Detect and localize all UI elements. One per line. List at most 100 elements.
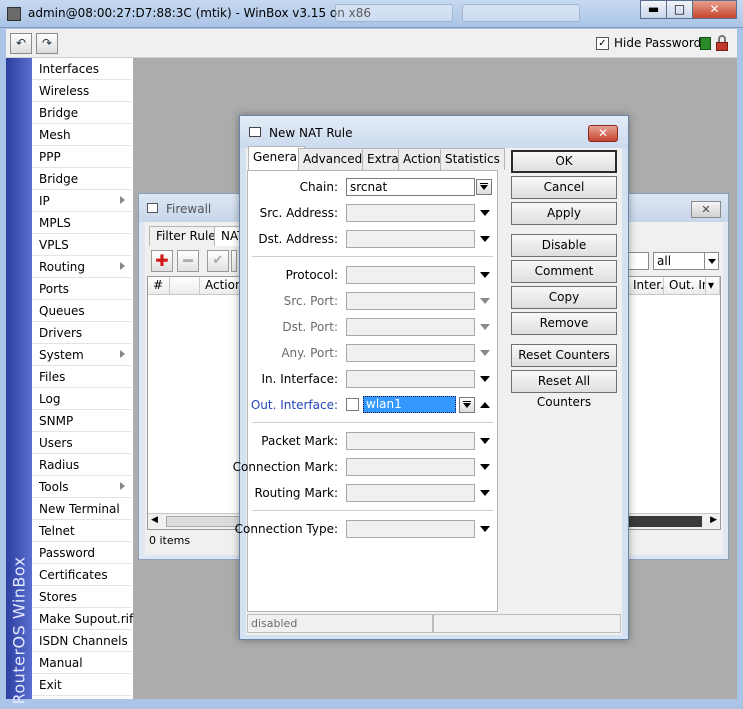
remove-button[interactable]: Remove xyxy=(511,312,617,335)
undo-icon[interactable]: ↶ xyxy=(10,33,32,54)
in-interface-field[interactable] xyxy=(346,370,475,388)
any-port-label: Any. Port: xyxy=(281,346,338,360)
in-interface-expand-icon[interactable] xyxy=(480,376,490,382)
dst-address-field[interactable] xyxy=(346,230,475,248)
connection-mark-expand-icon[interactable] xyxy=(480,464,490,470)
out-interface-invert-checkbox[interactable] xyxy=(346,398,359,411)
add-icon[interactable]: ✚ xyxy=(151,250,173,272)
connection-type-field[interactable] xyxy=(346,520,475,538)
copy-button[interactable]: Copy xyxy=(511,286,617,309)
minimize-button[interactable]: ▬ xyxy=(640,0,667,19)
connection-type-expand-icon[interactable] xyxy=(480,526,490,532)
tab-general[interactable]: General xyxy=(248,146,306,171)
nat-dialog-close-button[interactable]: ✕ xyxy=(588,125,618,142)
sidebar-item-routing[interactable]: Routing xyxy=(32,256,132,278)
hide-passwords-checkbox[interactable]: ✓ xyxy=(596,36,609,50)
connection-mark-field[interactable] xyxy=(346,458,475,476)
packet-mark-expand-icon[interactable] xyxy=(480,438,490,444)
filter-select[interactable]: all xyxy=(653,252,719,270)
packet-mark-field[interactable] xyxy=(346,432,475,450)
protocol-expand-icon[interactable] xyxy=(480,272,490,278)
tab-action[interactable]: Action xyxy=(398,148,446,170)
routing-mark-expand-icon[interactable] xyxy=(480,490,490,496)
out-interface-dropdown-icon[interactable] xyxy=(459,397,475,413)
reset-all-counters-button[interactable]: Reset All Counters xyxy=(511,370,617,409)
nat-dialog-title-bar[interactable]: New NAT Rule ✕ xyxy=(240,116,628,148)
column-header-spacer[interactable] xyxy=(170,277,200,295)
scrollbar-thumb[interactable] xyxy=(166,516,240,527)
cancel-button[interactable]: Cancel xyxy=(511,176,617,199)
hide-passwords-toggle[interactable]: ✓ Hide Passwords xyxy=(596,36,707,50)
src-port-expand-icon[interactable] xyxy=(480,298,490,304)
any-port-expand-icon[interactable] xyxy=(480,350,490,356)
apply-button[interactable]: Apply xyxy=(511,202,617,225)
sidebar-item-ip[interactable]: IP xyxy=(32,190,132,212)
sidebar-item-tools[interactable]: Tools xyxy=(32,476,132,498)
sidebar-item-manual[interactable]: Manual xyxy=(32,652,132,674)
sidebar-item-system[interactable]: System xyxy=(32,344,132,366)
reset-counters-button[interactable]: Reset Counters xyxy=(511,344,617,367)
sidebar-item-queues[interactable]: Queues xyxy=(32,300,132,322)
ok-button[interactable]: OK xyxy=(511,150,617,173)
sidebar-item-wireless[interactable]: Wireless xyxy=(32,80,132,102)
sidebar-item-users[interactable]: Users xyxy=(32,432,132,454)
scroll-right-icon[interactable]: ▶ xyxy=(710,515,717,525)
sidebar-item-ports[interactable]: Ports xyxy=(32,278,132,300)
routing-mark-field[interactable] xyxy=(346,484,475,502)
chain-field[interactable]: srcnat xyxy=(346,178,475,196)
sidebar-item-make-supout-rif[interactable]: Make Supout.rif xyxy=(32,608,133,630)
sidebar-item-password[interactable]: Password xyxy=(32,542,132,564)
chain-dropdown-icon[interactable] xyxy=(476,179,492,195)
sidebar-item-files[interactable]: Files xyxy=(32,366,132,388)
sidebar-item-ppp[interactable]: PPP xyxy=(32,146,132,168)
sidebar-item-certificates[interactable]: Certificates xyxy=(32,564,132,586)
protocol-field[interactable] xyxy=(346,266,475,284)
enable-icon[interactable]: ✔ xyxy=(207,250,229,272)
sidebar-item-exit[interactable]: Exit xyxy=(32,674,132,696)
close-button[interactable]: ✕ xyxy=(692,0,737,19)
column-header-action[interactable]: Action xyxy=(200,277,240,295)
sidebar-item-mpls[interactable]: MPLS xyxy=(32,212,132,234)
tab-statistics[interactable]: Statistics xyxy=(440,148,505,170)
redo-icon[interactable]: ↷ xyxy=(36,33,58,54)
sidebar-item-label: Manual xyxy=(39,656,83,670)
sidebar-item-bridge[interactable]: Bridge xyxy=(32,168,132,190)
new-nat-rule-dialog: New NAT Rule ✕ General Advanced Extra Ac… xyxy=(233,115,629,640)
sidebar-item-new-terminal[interactable]: New Terminal xyxy=(32,498,132,520)
column-header-out-interface[interactable]: Out. Int. xyxy=(664,277,706,295)
sidebar-item-snmp[interactable]: SNMP xyxy=(32,410,132,432)
src-port-field[interactable] xyxy=(346,292,475,310)
maximize-button[interactable]: □ xyxy=(666,0,693,19)
sidebar-item-stores[interactable]: Stores xyxy=(32,586,132,608)
dst-address-expand-icon[interactable] xyxy=(480,236,490,242)
sidebar-item-radius[interactable]: Radius xyxy=(32,454,132,476)
column-header-in-interface[interactable]: Inter... xyxy=(628,277,664,295)
scroll-left-icon[interactable]: ◀ xyxy=(151,515,158,525)
column-chooser-icon[interactable]: ▾ xyxy=(706,277,720,295)
comment-button[interactable]: Comment xyxy=(511,260,617,283)
out-interface-field[interactable]: wlan1 xyxy=(363,396,456,413)
sidebar-item-vpls[interactable]: VPLS xyxy=(32,234,132,256)
tab-advanced[interactable]: Advanced xyxy=(298,148,368,170)
sidebar-item-mesh[interactable]: Mesh xyxy=(32,124,132,146)
disable-icon[interactable] xyxy=(231,250,237,272)
any-port-field[interactable] xyxy=(346,344,475,362)
sidebar-item-telnet[interactable]: Telnet xyxy=(32,520,132,542)
sidebar-brand-strip: RouterOS WinBox xyxy=(6,58,32,705)
dst-port-expand-icon[interactable] xyxy=(480,324,490,330)
src-address-expand-icon[interactable] xyxy=(480,210,490,216)
chevron-down-icon[interactable] xyxy=(704,253,718,269)
firewall-close-button[interactable]: ✕ xyxy=(691,201,721,218)
column-header-number[interactable]: # xyxy=(148,277,170,295)
src-address-field[interactable] xyxy=(346,204,475,222)
chain-label: Chain: xyxy=(299,180,338,194)
out-interface-collapse-icon[interactable] xyxy=(480,402,490,408)
remove-icon[interactable]: ━ xyxy=(177,250,199,272)
sidebar-item-log[interactable]: Log xyxy=(32,388,132,410)
sidebar-item-bridge[interactable]: Bridge xyxy=(32,102,132,124)
disable-button[interactable]: Disable xyxy=(511,234,617,257)
sidebar-item-interfaces[interactable]: Interfaces xyxy=(32,58,132,80)
sidebar-item-isdn-channels[interactable]: ISDN Channels xyxy=(32,630,132,652)
dst-port-field[interactable] xyxy=(346,318,475,336)
sidebar-item-drivers[interactable]: Drivers xyxy=(32,322,132,344)
